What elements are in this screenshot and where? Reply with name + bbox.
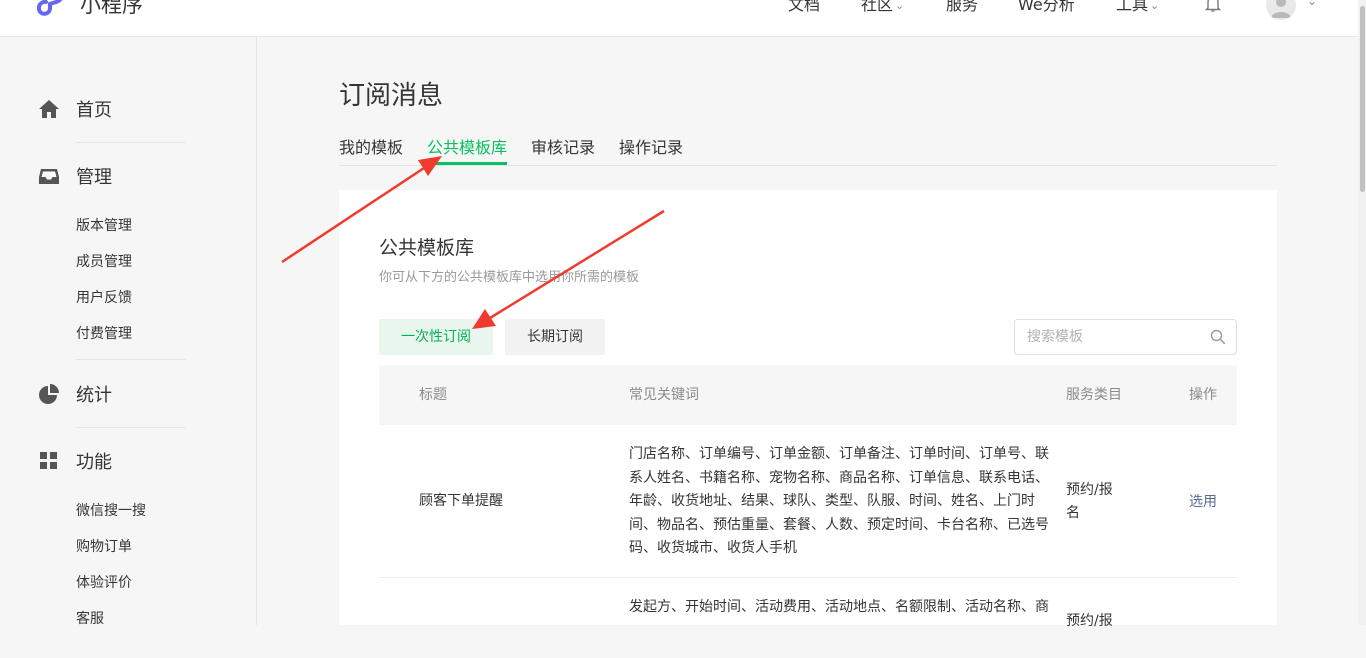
row-category: 预约/报名: [1066, 482, 1113, 521]
template-search-box: [1014, 319, 1237, 355]
avatar-icon: [1271, 0, 1291, 18]
column-keywords: 常见关键词: [629, 387, 699, 403]
table-header: 标题 常见关键词 服务类目 操作: [379, 365, 1237, 425]
sidebar-item-customer-service[interactable]: 客服: [76, 610, 104, 628]
one-time-subscription-button[interactable]: 一次性订阅: [379, 319, 493, 355]
sidebar-item-experience-rating[interactable]: 体验评价: [76, 574, 132, 592]
scrollbar-thumb[interactable]: [1360, 6, 1365, 192]
column-category: 服务类目: [1066, 387, 1122, 403]
library-description: 你可从下方的公共模板库中选用你所需的模板: [379, 270, 640, 285]
grid-icon: [40, 452, 57, 469]
nav-tools[interactable]: 工具 ⌄: [1116, 0, 1159, 16]
sidebar-item-user-feedback[interactable]: 用户反馈: [76, 289, 132, 307]
sidebar-item-manage[interactable]: 管理: [38, 165, 112, 189]
sidebar-divider: [76, 359, 186, 360]
row-keywords: 发起方、开始时间、活动费用、活动地点、名额限制、活动名称、商: [629, 599, 1049, 615]
tab-my-templates[interactable]: 我的模板: [339, 138, 403, 158]
chevron-down-icon: ⌄: [895, 0, 905, 12]
sidebar-item-member-manage[interactable]: 成员管理: [76, 253, 132, 271]
active-tab-indicator: [427, 162, 507, 165]
column-title: 标题: [419, 387, 447, 403]
search-icon[interactable]: [1210, 329, 1226, 345]
row-keywords: 门店名称、订单编号、订单金额、订单备注、订单时间、订单号、联系人姓名、书籍名称、…: [629, 446, 1049, 556]
home-icon: [39, 100, 59, 118]
tab-bar: 我的模板 公共模板库 审核记录 操作记录: [339, 138, 1277, 166]
logo-text[interactable]: 小程序: [80, 0, 143, 18]
sidebar-item-wechat-search[interactable]: 微信搜一搜: [76, 502, 146, 520]
public-library-card: 公共模板库 你可从下方的公共模板库中选用你所需的模板 一次性订阅 长期订阅 标题…: [339, 190, 1277, 629]
table-row: 发起方、开始时间、活动费用、活动地点、名额限制、活动名称、商 预约/报: [379, 578, 1237, 658]
sidebar-item-features[interactable]: 功能: [38, 450, 112, 474]
miniprogram-logo-icon[interactable]: [36, 0, 64, 18]
select-template-link[interactable]: 选用: [1189, 492, 1217, 512]
nav-we-analysis[interactable]: We分析: [1018, 0, 1075, 16]
page-title: 订阅消息: [339, 81, 444, 111]
bell-icon[interactable]: [1203, 0, 1223, 14]
sidebar-item-version-manage[interactable]: 版本管理: [76, 217, 132, 235]
pie-chart-icon: [39, 384, 59, 404]
library-title: 公共模板库: [379, 237, 475, 259]
column-action: 操作: [1189, 387, 1217, 403]
chevron-down-icon: ⌄: [1150, 0, 1160, 12]
row-category: 预约/报: [1066, 613, 1113, 629]
sidebar-item-home[interactable]: 首页: [38, 98, 112, 122]
row-title: 顾客下单提醒: [419, 493, 503, 509]
nav-community[interactable]: 社区 ⌄: [861, 0, 904, 16]
tab-review-records[interactable]: 审核记录: [531, 138, 595, 158]
search-input[interactable]: [1027, 327, 1197, 347]
top-header: 小程序 文档 社区 ⌄ 服务 We分析 工具 ⌄ ⌄: [0, 0, 1358, 37]
sidebar-item-payment-manage[interactable]: 付费管理: [76, 325, 132, 343]
tab-public-library[interactable]: 公共模板库: [427, 138, 507, 158]
inbox-icon: [39, 169, 59, 184]
avatar[interactable]: [1266, 0, 1296, 20]
sidebar-divider: [76, 427, 186, 428]
long-term-subscription-button[interactable]: 长期订阅: [505, 319, 605, 355]
tab-operation-records[interactable]: 操作记录: [619, 138, 683, 158]
nav-services[interactable]: 服务: [946, 0, 978, 16]
chevron-down-icon[interactable]: ⌄: [1307, 0, 1317, 8]
sidebar-item-stats[interactable]: 统计: [38, 383, 112, 407]
nav-docs[interactable]: 文档: [788, 0, 820, 16]
sidebar-divider: [76, 142, 186, 143]
sidebar: 首页 管理 版本管理 成员管理 用户反馈 付费管理 统计 功能 微信搜一搜 购物…: [0, 37, 257, 628]
table-row: 顾客下单提醒 门店名称、订单编号、订单金额、订单备注、订单时间、订单号、联系人姓…: [379, 425, 1237, 578]
sidebar-item-shopping-orders[interactable]: 购物订单: [76, 538, 132, 556]
